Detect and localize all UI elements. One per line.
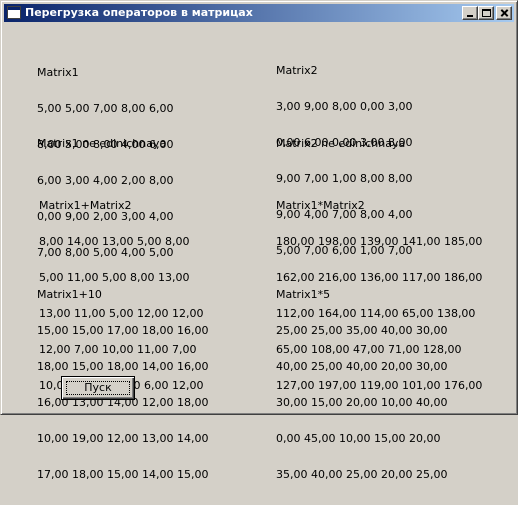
times5-label: Matrix1*5 [276,288,331,301]
times5-row: 30,00 15,00 20,00 10,00 40,00 [276,396,448,409]
times5-row: 40,00 25,00 40,00 20,00 30,00 [276,360,448,373]
sum-label: Matrix1+Matrix2 [39,199,132,212]
times5-output: Matrix1*5 25,00 25,00 35,00 40,00 30,00 … [276,265,447,505]
maximize-button[interactable] [478,6,494,20]
times5-row: 0,00 45,00 10,00 15,00 20,00 [276,432,441,445]
matrix2-row: 3,00 9,00 8,00 0,00 3,00 [276,100,413,113]
sum-row: 8,00 14,00 13,00 5,00 8,00 [39,235,190,248]
times5-row: 25,00 25,00 35,00 40,00 30,00 [276,324,448,337]
matrix2-identity-status: Matrix2 ne edinichnaya [276,137,406,150]
close-button[interactable] [496,6,512,20]
plus10-row: 10,00 19,00 12,00 13,00 14,00 [37,432,209,445]
plus10-row: 15,00 15,00 17,00 18,00 16,00 [37,324,209,337]
start-button-label: Пуск [84,381,112,394]
plus10-row: 18,00 15,00 18,00 14,00 16,00 [37,360,209,373]
matrix1-label: Matrix1 [37,66,79,79]
window-title: Перегрузка операторов в матрицах [25,6,253,19]
plus10-row: 17,00 18,00 15,00 14,00 15,00 [37,468,209,481]
start-button[interactable]: Пуск [61,376,135,400]
matrix1-identity-status: Matrix1 ne edinichnaya [37,137,167,150]
times5-row: 35,00 40,00 25,00 20,00 25,00 [276,468,448,481]
product-label: Matrix1*Matrix2 [276,199,365,212]
matrix1-row: 5,00 5,00 7,00 8,00 6,00 [37,102,174,115]
title-bar[interactable]: Перегрузка операторов в матрицах [4,4,514,22]
plus10-label: Matrix1+10 [37,288,102,301]
window-icon [7,6,21,19]
matrix2-label: Matrix2 [276,64,318,77]
minimize-button[interactable] [462,6,478,20]
product-row: 180,00 198,00 139,00 141,00 185,00 [276,235,483,248]
app-window: Перегрузка операторов в матрицах Matrix1… [0,0,518,481]
